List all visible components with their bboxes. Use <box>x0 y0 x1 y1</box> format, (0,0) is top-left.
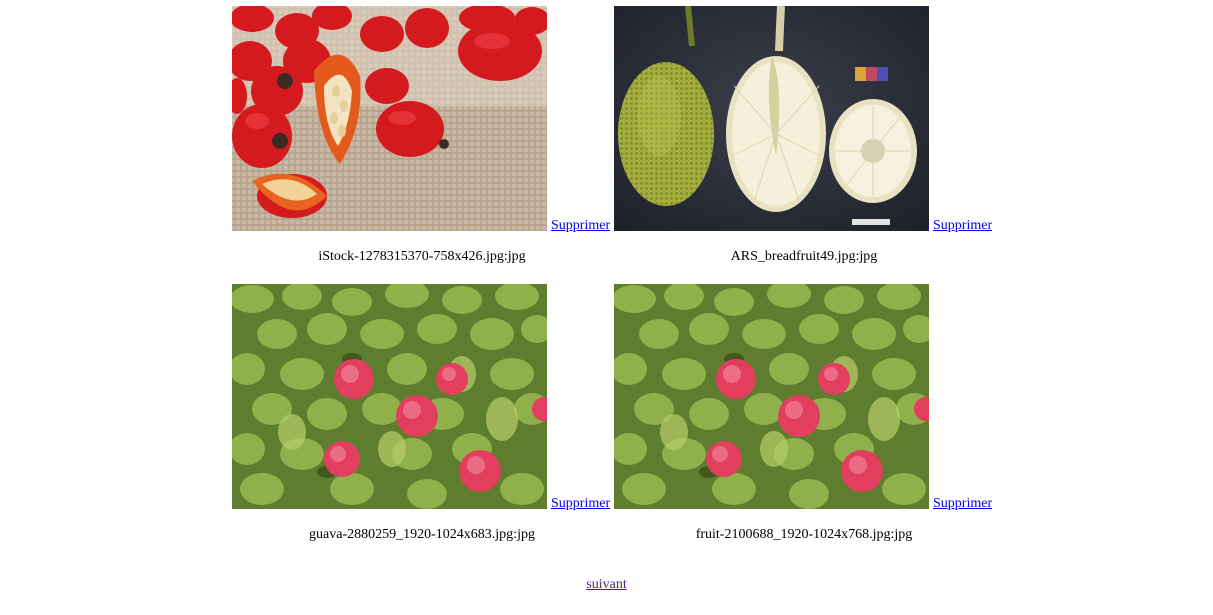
image-caption: guava-2880259_1920-1024x683.jpg:jpg <box>309 527 535 542</box>
image-caption: fruit-2100688_1920-1024x768.jpg:jpg <box>695 527 913 542</box>
delete-link[interactable]: Supprimer <box>933 218 992 234</box>
delete-link[interactable]: Supprimer <box>551 218 610 234</box>
guava-image <box>232 284 547 509</box>
image-caption: ARS_breadfruit49.jpg:jpg <box>730 249 878 264</box>
delete-link[interactable]: Supprimer <box>551 496 610 512</box>
image-caption: iStock-1278315370-758x426.jpg:jpg <box>318 249 526 264</box>
rosehip-image <box>232 6 547 231</box>
pagination: suivant <box>0 577 1213 593</box>
rosehip-photo <box>232 6 547 231</box>
guava-photo <box>232 284 547 509</box>
breadfruit-image <box>614 6 929 231</box>
delete-link[interactable]: Supprimer <box>933 496 992 512</box>
guava-photo <box>614 284 929 509</box>
next-page-link[interactable]: suivant <box>586 577 626 592</box>
breadfruit-photo <box>614 6 929 231</box>
guava-image <box>614 284 929 509</box>
